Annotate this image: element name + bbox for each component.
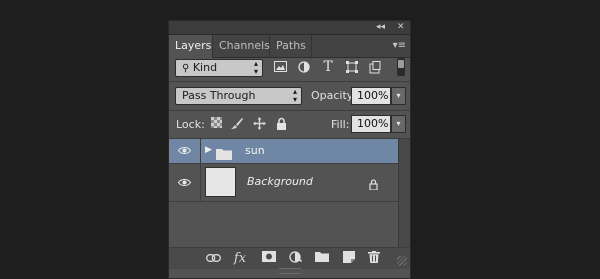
chevron-updown-icon: ▴ ▾ <box>253 59 258 76</box>
layer-name-sun[interactable]: sun <box>245 144 265 157</box>
tab-paths[interactable]: Paths <box>270 35 312 57</box>
layer-list-scrollbar[interactable] <box>398 139 410 247</box>
lock-all-icon[interactable] <box>274 117 288 131</box>
layers-panel: ◂◂ ✕ Layers Channels Paths ▾≡ ⚲ Kind ▴ ▾ … <box>168 20 411 279</box>
layer-row-sun[interactable]: ▶ sun <box>169 139 398 163</box>
lock-label: Lock: <box>176 118 205 131</box>
layer-name-background[interactable]: Background <box>247 175 313 188</box>
filter-kind-select[interactable]: ⚲ Kind ▴ ▾ <box>175 59 263 77</box>
lock-position-icon[interactable] <box>252 117 266 131</box>
smart-object-filter-icon[interactable] <box>368 61 382 75</box>
panel-title-bar: ◂◂ ✕ <box>169 21 410 35</box>
eye-icon[interactable] <box>177 146 192 156</box>
filter-kind-label: Kind <box>192 61 218 74</box>
panel-menu-icon[interactable]: ▾≡ <box>393 40 406 51</box>
eye-icon[interactable] <box>177 178 192 188</box>
visibility-column-divider <box>200 139 201 163</box>
mask-icon[interactable] <box>261 251 277 266</box>
opacity-input[interactable]: 100% <box>351 87 391 105</box>
adjustment-filter-icon[interactable] <box>297 61 311 75</box>
opacity-dropdown-button[interactable]: ▾ <box>391 87 406 105</box>
blend-mode-select[interactable]: Pass Through ▴ ▾ <box>175 87 302 105</box>
new-layer-icon[interactable] <box>341 251 357 266</box>
link-layers-icon[interactable] <box>205 251 221 266</box>
lock-icon <box>369 175 378 194</box>
opacity-label: Opacity: <box>311 89 357 102</box>
lock-image-pixels-icon[interactable] <box>230 117 244 131</box>
tab-layers[interactable]: Layers <box>169 35 213 58</box>
panel-resize-handle[interactable] <box>279 268 301 274</box>
panel-tabs: Layers Channels Paths ▾≡ <box>169 35 410 58</box>
layer-row-background[interactable]: Background <box>169 164 398 201</box>
folder-icon <box>216 145 232 164</box>
new-group-icon[interactable] <box>314 251 330 266</box>
expand-group-icon[interactable]: ▶ <box>205 145 212 155</box>
fill-input[interactable]: 100% <box>351 115 391 133</box>
search-icon: ⚲ <box>182 63 190 74</box>
divider <box>169 110 410 111</box>
layer-list: ▶ sun Background <box>169 139 398 247</box>
collapse-panel-icon[interactable]: ◂◂ <box>376 21 385 34</box>
close-panel-icon[interactable]: ✕ <box>397 21 405 34</box>
type-filter-icon[interactable]: T <box>321 60 335 74</box>
image-filter-icon[interactable] <box>273 61 287 75</box>
filter-toggle-icon[interactable] <box>397 58 405 76</box>
shape-filter-icon[interactable] <box>345 61 359 75</box>
resize-grip[interactable] <box>397 256 407 266</box>
chevron-updown-icon: ▴ ▾ <box>292 87 297 104</box>
lock-transparent-pixels-icon[interactable] <box>209 117 223 131</box>
trash-icon[interactable] <box>366 251 382 266</box>
divider <box>169 201 398 202</box>
tab-channels[interactable]: Channels <box>213 35 270 57</box>
visibility-column-divider <box>200 164 201 201</box>
fill-label: Fill: <box>331 118 350 131</box>
divider <box>169 81 410 82</box>
blend-mode-value: Pass Through <box>182 89 256 102</box>
adjustment-icon[interactable] <box>288 251 304 266</box>
layer-thumbnail <box>205 167 236 197</box>
fx-icon[interactable]: fx <box>232 251 248 266</box>
layers-bottom-toolbar: fx <box>169 247 410 269</box>
fill-dropdown-button[interactable]: ▾ <box>391 115 406 133</box>
